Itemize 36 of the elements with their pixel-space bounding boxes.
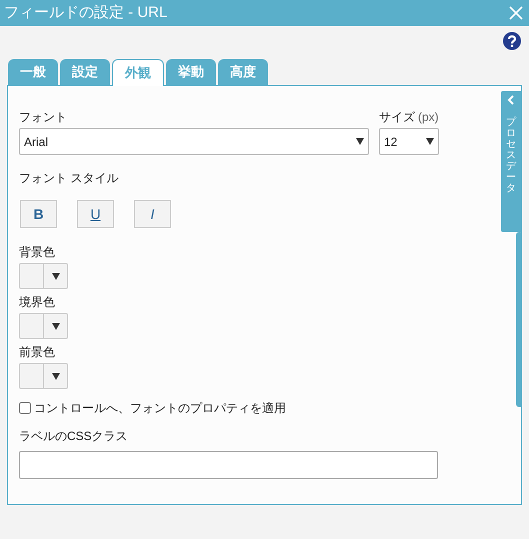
size-dropdown[interactable]: 12 [379,128,439,155]
color-label: 前景色 [19,344,56,361]
tab[interactable]: 設定 [60,59,110,85]
side-panel-tab[interactable]: プロセスデータ [501,91,521,232]
color-label: 背景色 [19,244,56,261]
font-style-button[interactable]: B [20,200,57,228]
chevron-left-icon [507,95,515,105]
apply-checkbox[interactable] [19,402,31,414]
label-css-label: ラベルのCSSクラス [19,428,129,445]
apply-checkbox-label: コントロールへ、フォントのプロパティを適用 [34,400,286,417]
font-label: フォント [19,109,68,126]
font-value: Arial [24,134,48,150]
font-style-label: フォント スタイル [19,170,118,187]
window-title: フィールドの設定 - URL [4,2,168,23]
size-label: サイズ [379,109,415,126]
dropdown-arrow-icon [52,272,60,280]
size-unit: (px) [418,109,439,126]
size-value: 12 [384,134,398,150]
tab[interactable]: 外観 [112,59,164,86]
side-panel-label: プロセスデータ [506,117,516,194]
dropdown-arrow-icon [356,138,364,145]
color-picker[interactable] [19,313,68,339]
tab[interactable]: 挙動 [166,59,216,85]
color-label: 境界色 [19,294,56,311]
font-style-button[interactable]: U [77,200,114,228]
label-css-field[interactable] [19,451,438,479]
tab[interactable]: 一般 [8,59,58,85]
dropdown-arrow-icon [52,322,60,330]
color-picker[interactable] [19,363,68,389]
color-picker[interactable] [19,263,68,289]
tab[interactable]: 高度 [218,59,268,85]
dropdown-arrow-icon [426,138,434,145]
help-icon[interactable] [503,32,521,50]
font-dropdown[interactable]: Arial [19,128,369,155]
font-style-button[interactable]: I [134,200,171,228]
dropdown-arrow-icon [52,372,60,380]
